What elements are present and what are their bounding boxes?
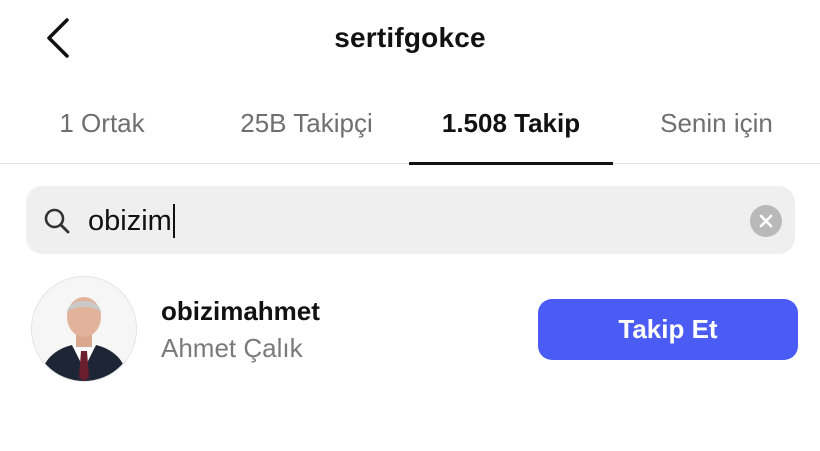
tab-for-you[interactable]: Senin için (613, 82, 820, 164)
search-result-row[interactable]: obizimahmet Ahmet Çalık Takip Et (0, 270, 820, 390)
search-icon (44, 208, 70, 234)
result-full-name: Ahmet Çalık (161, 333, 303, 363)
follow-button[interactable]: Takip Et (538, 299, 798, 360)
tab-following[interactable]: 1.508 Takip (409, 82, 613, 165)
search-input-value: obizim (88, 204, 172, 237)
tab-followers[interactable]: 25B Takipçi (204, 82, 409, 164)
clear-search-button[interactable] (750, 205, 782, 237)
profile-photo-icon (32, 277, 136, 381)
page-title: sertifgokce (334, 22, 486, 53)
avatar[interactable] (31, 276, 137, 382)
following-screen: sertifgokce 1 Ortak 25B Takipçi 1.508 Ta… (0, 0, 820, 451)
tab-mutual[interactable]: 1 Ortak (0, 82, 204, 164)
text-caret (172, 204, 175, 238)
tab-bar: 1 Ortak 25B Takipçi 1.508 Takip Senin iç… (0, 82, 820, 165)
result-username[interactable]: obizimahmet (161, 296, 320, 327)
search-input[interactable]: obizim (88, 198, 175, 244)
clear-icon (759, 214, 773, 228)
header: sertifgokce (0, 0, 820, 82)
